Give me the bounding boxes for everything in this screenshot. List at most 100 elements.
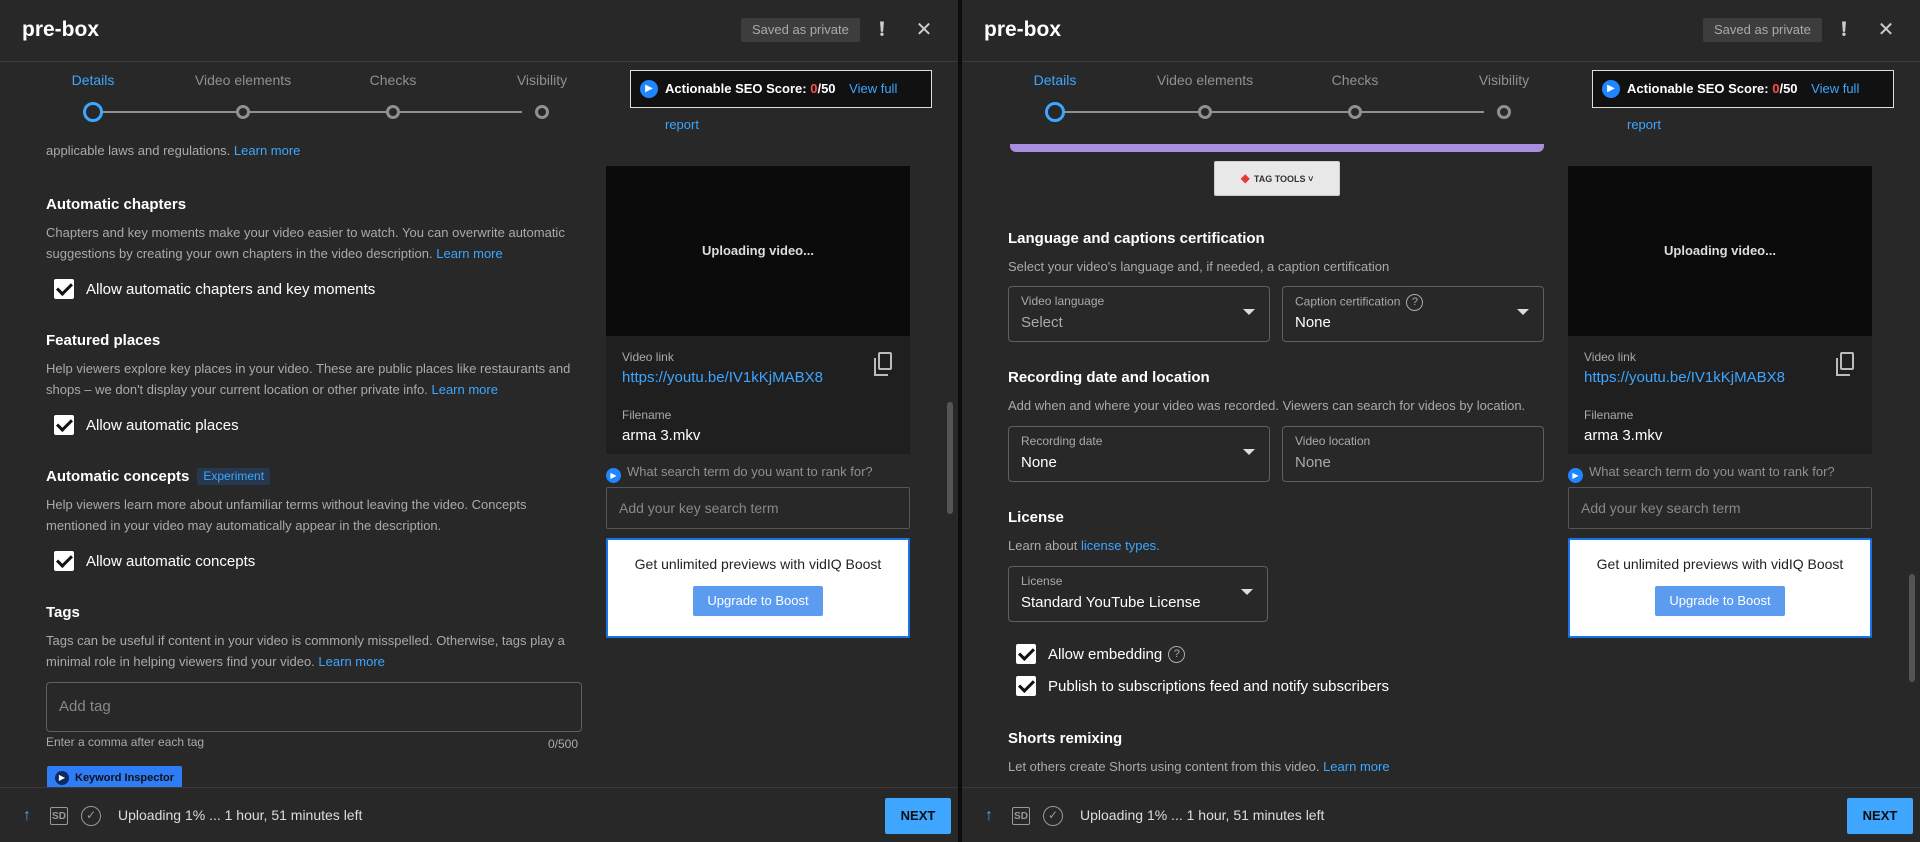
vidiq-icon: ▶ (1568, 468, 1583, 483)
dialog-title: pre-box (22, 18, 100, 41)
seo-score-box: ▶ Actionable SEO Score: 0/50 View full r… (630, 70, 932, 132)
license-select[interactable]: License Standard YouTube License (1008, 566, 1268, 622)
copy-icon[interactable] (1836, 352, 1854, 376)
close-icon[interactable]: ✕ (1874, 18, 1898, 42)
screen-root: pre-box Saved as private ❗︎ ✕ Details Vi… (0, 0, 1920, 842)
add-tag-input[interactable]: Add tag (46, 682, 582, 732)
allow-embedding-checkbox[interactable]: Allow embedding? (1016, 644, 1186, 664)
publish-feed-checkbox[interactable]: Publish to subscriptions feed and notify… (1016, 676, 1389, 696)
upload-status: Uploading 1% ... 1 hour, 51 minutes left (1080, 807, 1325, 823)
filename-label: Filename (1584, 408, 1634, 422)
step-visibility[interactable]: Visibility (1429, 72, 1579, 119)
step-video-elements[interactable]: Video elements (168, 72, 318, 119)
section-title-chapters: Automatic chapters (46, 196, 187, 213)
checkbox-checked[interactable] (1016, 644, 1036, 664)
learn-more-link[interactable]: Learn more (318, 654, 384, 669)
boost-promo-card: Get unlimited previews with vidIQ Boost … (1568, 538, 1872, 638)
step-visibility[interactable]: Visibility (467, 72, 617, 119)
concepts-description: Help viewers learn more about unfamiliar… (46, 497, 527, 533)
progress-stepper: Details Video elements Checks Visibility (1032, 72, 1529, 132)
details-scroll-content: applicable laws and regulations. Learn m… (46, 140, 586, 788)
check-circle-icon: ✓ (1043, 806, 1063, 826)
next-button[interactable]: NEXT (1847, 798, 1913, 834)
feedback-icon[interactable]: ❗︎ (1832, 18, 1856, 42)
checkbox-checked[interactable] (54, 279, 74, 299)
dialog-footer: ↑ SD ✓ Uploading 1% ... 1 hour, 51 minut… (962, 787, 1920, 842)
intro-text: applicable laws and regulations. Learn m… (46, 143, 301, 158)
video-link[interactable]: https://youtu.be/IV1kKjMABX8 (622, 369, 823, 386)
saved-status-badge: Saved as private (1703, 18, 1822, 42)
close-icon[interactable]: ✕ (912, 18, 936, 42)
search-term-question: ▶ What search term do you want to rank fo… (1568, 464, 1835, 483)
step-checks[interactable]: Checks (318, 72, 468, 119)
video-location-input[interactable]: Video location None (1282, 426, 1544, 482)
tag-tools-button[interactable]: ◆ TAG TOOLS ˅ (1214, 161, 1340, 196)
vidiq-icon: ▶ (1602, 80, 1620, 98)
shorts-description: Let others create Shorts using content f… (1008, 759, 1390, 774)
seo-score-box: ▶ Actionable SEO Score: 0/50 View full r… (1592, 70, 1894, 132)
video-link-label: Video link (1584, 350, 1636, 364)
license-description: Learn about license types. (1008, 538, 1160, 553)
recording-date-select[interactable]: Recording date None (1008, 426, 1270, 482)
chapters-description: Chapters and key moments make your video… (46, 225, 565, 261)
key-search-term-input[interactable]: Add your key search term (606, 487, 910, 529)
learn-more-link[interactable]: Learn more (436, 246, 502, 261)
upload-dialog-right: pre-box Saved as private ❗︎ ✕ Details Vi… (962, 0, 1920, 842)
sd-icon: SD (1012, 807, 1030, 825)
upgrade-to-boost-button[interactable]: Upgrade to Boost (693, 586, 823, 616)
filename-value: arma 3.mkv (1584, 427, 1663, 444)
places-checkbox[interactable]: Allow automatic places (54, 415, 239, 435)
details-scroll-content: Language and captions certification Sele… (1008, 140, 1548, 788)
video-link-label: Video link (622, 350, 674, 364)
video-sidebar: Uploading video... Video link https://yo… (1568, 166, 1872, 638)
learn-more-link[interactable]: Learn more (431, 382, 497, 397)
caption-certification-select[interactable]: Caption certification? None (1282, 286, 1544, 342)
checkbox-checked[interactable] (54, 551, 74, 571)
keyword-inspector-button[interactable]: ▶ Keyword Inspector (47, 766, 183, 788)
checkbox-checked[interactable] (54, 415, 74, 435)
learn-more-link[interactable]: Learn more (1323, 759, 1389, 774)
chapters-checkbox[interactable]: Allow automatic chapters and key moments (54, 279, 375, 299)
scrollbar-thumb[interactable] (1909, 574, 1915, 682)
chevron-down-icon (1517, 309, 1529, 315)
learn-more-link[interactable]: Learn more (234, 143, 300, 158)
video-preview: Uploading video... (606, 166, 910, 336)
step-video-elements[interactable]: Video elements (1130, 72, 1280, 119)
next-button[interactable]: NEXT (885, 798, 951, 834)
checkbox-checked[interactable] (1016, 676, 1036, 696)
video-info-card: Video link https://youtu.be/IV1kKjMABX8 … (1568, 336, 1872, 454)
step-dot (1198, 105, 1212, 119)
step-dot (83, 102, 103, 122)
upgrade-to-boost-button[interactable]: Upgrade to Boost (1655, 586, 1785, 616)
recording-description: Add when and where your video was record… (1008, 398, 1526, 413)
experiment-badge: Experiment (197, 468, 271, 485)
section-title-recording: Recording date and location (1008, 369, 1210, 386)
section-title-concepts: Automatic concepts (46, 468, 190, 485)
video-sidebar: Uploading video... Video link https://yo… (606, 166, 910, 638)
upload-status: Uploading 1% ... 1 hour, 51 minutes left (118, 807, 363, 823)
search-term-question: ▶ What search term do you want to rank fo… (606, 464, 873, 483)
vidiq-icon: ▶ (55, 771, 69, 785)
scrollbar-thumb[interactable] (947, 402, 953, 514)
vidiq-icon: ▶ (606, 468, 621, 483)
tag-count: 0/500 (548, 737, 579, 751)
copy-icon[interactable] (874, 352, 892, 376)
concepts-checkbox[interactable]: Allow automatic concepts (54, 551, 255, 571)
step-checks[interactable]: Checks (1280, 72, 1430, 119)
video-info-card: Video link https://youtu.be/IV1kKjMABX8 … (606, 336, 910, 454)
help-icon[interactable]: ? (1406, 294, 1424, 311)
section-title-tags: Tags (46, 604, 80, 621)
video-preview: Uploading video... (1568, 166, 1872, 336)
license-types-link[interactable]: license types. (1081, 538, 1160, 553)
step-details[interactable]: Details (980, 72, 1130, 122)
help-icon[interactable]: ? (1168, 645, 1186, 663)
feedback-icon[interactable]: ❗︎ (870, 18, 894, 42)
step-details[interactable]: Details (18, 72, 168, 122)
video-language-select[interactable]: Video language Select (1008, 286, 1270, 342)
filename-value: arma 3.mkv (622, 427, 701, 444)
upload-icon: ↑ (23, 807, 31, 824)
dialog-header: pre-box Saved as private ❗︎ ✕ (0, 0, 958, 62)
chevron-down-icon (1243, 449, 1255, 455)
video-link[interactable]: https://youtu.be/IV1kKjMABX8 (1584, 369, 1785, 386)
key-search-term-input[interactable]: Add your key search term (1568, 487, 1872, 529)
